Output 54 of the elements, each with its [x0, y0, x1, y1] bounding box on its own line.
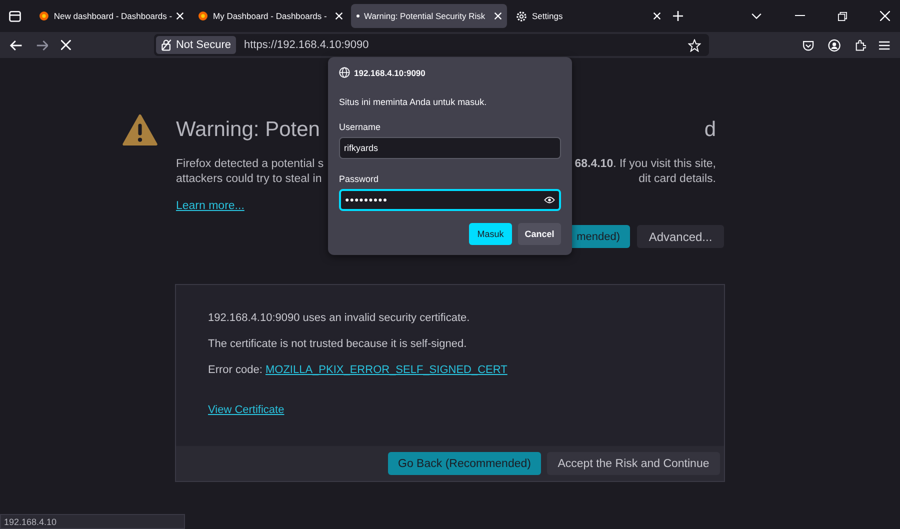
- chevron-down-icon[interactable]: [751, 12, 762, 20]
- address-bar[interactable]: Not Secure https://192.168.4.10:9090: [154, 34, 710, 56]
- warning-text: Firefox detected a potential s: [176, 157, 324, 172]
- warning-title: Warning: Poten: [176, 118, 320, 142]
- new-tab-icon[interactable]: [673, 11, 683, 21]
- details-text: 192.168.4.10:9090 uses an invalid security certificate.: [208, 312, 471, 324]
- settings-icon: [515, 10, 528, 22]
- submit-button[interactable]: Masuk: [469, 223, 512, 245]
- warning-text: 68.4.10. If you visit this site,: [574, 157, 716, 172]
- back-icon[interactable]: [10, 40, 23, 50]
- advanced-button[interactable]: Advanced...: [637, 225, 724, 248]
- status-url: 192.168.4.10: [0, 514, 185, 529]
- learn-more-link[interactable]: Learn more...: [176, 200, 244, 212]
- close-icon[interactable]: [176, 12, 184, 20]
- browser-tab[interactable]: Warning: Potential Security Risk: [351, 4, 507, 28]
- star-icon[interactable]: [688, 38, 702, 52]
- warning-text: dit card details.: [638, 172, 716, 187]
- cancel-button[interactable]: Cancel: [518, 223, 561, 245]
- stop-icon[interactable]: [61, 40, 71, 50]
- close-icon[interactable]: [335, 12, 343, 20]
- password-label: Password: [339, 174, 380, 184]
- warning-text: attackers could try to steal in: [176, 172, 322, 187]
- close-icon[interactable]: [494, 12, 502, 20]
- eye-icon[interactable]: [544, 196, 555, 204]
- error-code-link[interactable]: MOZILLA_PKIX_ERROR_SELF_SIGNED_CERT: [265, 364, 508, 376]
- minimize-icon[interactable]: [795, 15, 805, 17]
- browser-tab[interactable]: Settings: [510, 4, 666, 28]
- error-code-label: Error code:: [208, 364, 264, 376]
- menu-icon[interactable]: [879, 40, 890, 50]
- site-address: 192.168.4.10:9090: [354, 68, 426, 78]
- lock-icon: [160, 39, 172, 51]
- username-label: Username: [339, 122, 382, 132]
- url-text: https://192.168.4.10:9090: [244, 39, 369, 51]
- browser-tab[interactable]: My Dashboard - Dashboards -: [192, 4, 348, 28]
- not-secure-button[interactable]: Not Secure: [156, 36, 236, 54]
- close-icon[interactable]: [653, 12, 661, 20]
- warning-icon: [122, 114, 158, 146]
- forward-icon[interactable]: [36, 40, 48, 50]
- pocket-icon[interactable]: [802, 38, 816, 52]
- close-icon[interactable]: [880, 11, 890, 21]
- username-field[interactable]: rifkyards: [339, 137, 561, 159]
- warning-title: d: [704, 118, 716, 142]
- view-certificate-link[interactable]: View Certificate: [208, 404, 284, 416]
- dialog-message: Situs ini meminta Anda untuk masuk.: [339, 97, 488, 107]
- details-text: The certificate is not trusted because it is self-signed.: [208, 338, 468, 350]
- accept-risk-button[interactable]: Accept the Risk and Continue: [547, 452, 720, 475]
- go-back-button[interactable]: Go Back (Recommended): [388, 452, 541, 475]
- globe-icon: [339, 67, 350, 78]
- account-icon[interactable]: [828, 38, 841, 52]
- dot-icon: [356, 14, 360, 18]
- puzzle-icon[interactable]: [854, 38, 866, 52]
- browser-tab[interactable]: New dashboard - Dashboards -: [33, 4, 189, 28]
- tab-list-icon[interactable]: [8, 9, 22, 23]
- restore-icon[interactable]: [838, 12, 847, 20]
